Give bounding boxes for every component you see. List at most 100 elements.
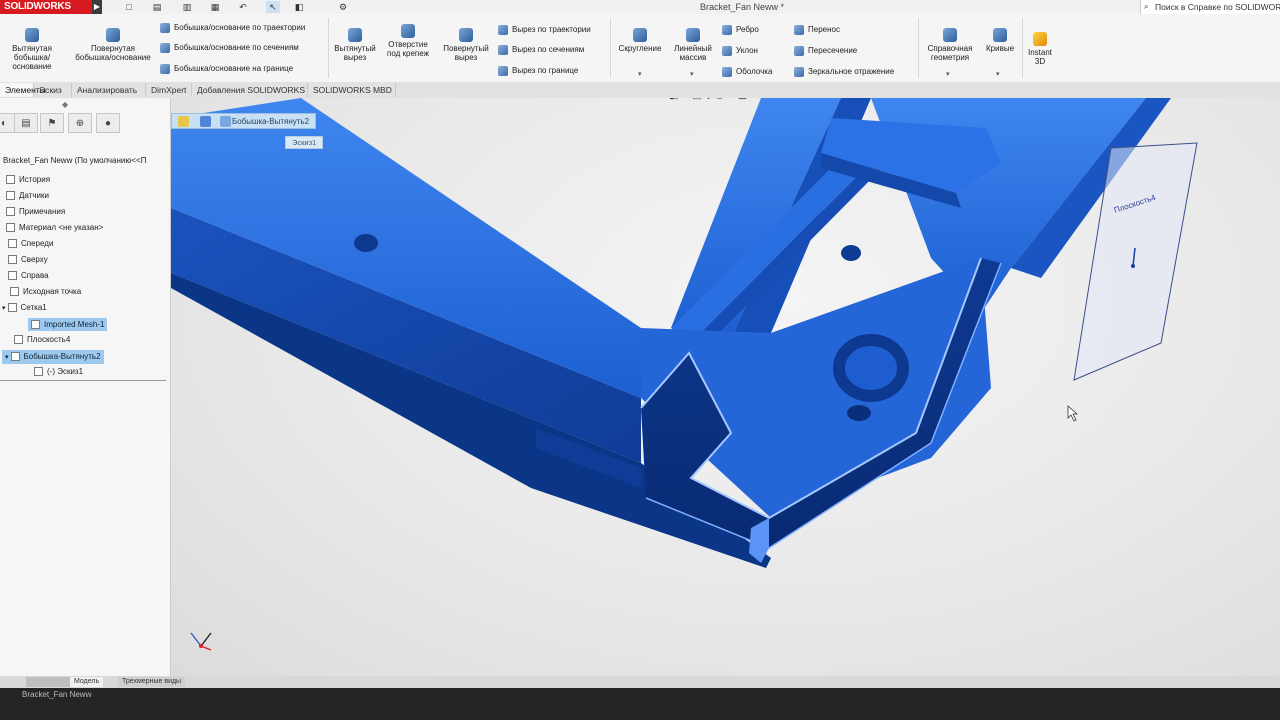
search-icon: ⌕ <box>1144 2 1149 11</box>
lofted-cut-button[interactable]: Вырез по сечениям <box>498 44 584 56</box>
tab-3d-views[interactable]: Трехмерные виды <box>118 677 186 687</box>
menu-expand-icon[interactable]: ▶ <box>92 0 102 14</box>
status-document-name: Bracket_Fan Neww <box>22 690 92 699</box>
strut-hole[interactable] <box>841 245 861 261</box>
body-breadcrumb-icon[interactable] <box>200 116 211 127</box>
new-document-icon[interactable]: □ <box>122 1 136 13</box>
draft-icon <box>722 45 732 56</box>
shell-icon <box>722 66 732 77</box>
tree-root-part[interactable]: Bracket_Fan Neww (По умолчанию<<П <box>3 156 146 165</box>
tree-item-right-plane[interactable]: Справа <box>8 270 49 281</box>
open-icon[interactable]: ▤ <box>150 1 164 13</box>
dimxpert-manager-tab-icon[interactable]: ⊕ <box>68 113 92 133</box>
model-canvas[interactable]: Плоскость4 <box>171 98 1280 676</box>
tree-item-material[interactable]: Материал <не указан> <box>6 222 103 233</box>
small-hole[interactable] <box>847 405 871 421</box>
selection-breadcrumb[interactable]: Бобышка-Вытянуть2 <box>171 113 317 129</box>
rib-button[interactable]: Ребро <box>722 24 759 36</box>
graphics-area[interactable]: ⌕ ⌕ ↺ ◧ ✎ ▣ ◆ ◉ ✸ ▦ ▭ <box>171 98 1280 676</box>
tab-solidworks-addins[interactable]: Добавления SOLIDWORKS <box>192 83 308 97</box>
tab-sketch[interactable]: Эскиз <box>34 83 72 97</box>
ribbon-separator <box>328 18 329 78</box>
tab-model[interactable]: Модель <box>70 677 104 687</box>
swept-boss-button[interactable]: Бобышка/основание по траектории <box>160 22 305 34</box>
tree-item-sensors[interactable]: Датчики <box>6 190 49 201</box>
lofted-boss-icon <box>160 42 170 53</box>
curves-button[interactable]: Кривые <box>982 28 1018 53</box>
panel-tabs: ◐ ▤ ⚑ ⊕ ● <box>0 113 130 133</box>
tab-dimxpert[interactable]: DimXpert <box>146 83 192 97</box>
expand-arrow-icon[interactable]: ▾ <box>2 305 6 312</box>
tree-item-sketch1[interactable]: (-) Эскиз1 <box>34 366 83 377</box>
instant3d-button[interactable]: Instant 3D <box>1024 32 1056 66</box>
panel-grip-icon[interactable]: ◆ <box>62 100 68 109</box>
linear-pattern-button[interactable]: Линейный массив <box>668 28 718 62</box>
print-icon[interactable]: ▦ <box>208 1 222 13</box>
boundary-boss-button[interactable]: Бобышка/основание на границе <box>160 63 293 75</box>
tree-item-boss-extrude2[interactable]: ▾ Бобышка-Вытянуть2 <box>2 350 104 364</box>
fillet-button[interactable]: Скругление <box>614 28 666 53</box>
breadcrumb-sketch[interactable]: Эскиз1 <box>285 136 324 149</box>
options-gear-icon[interactable]: ⚙ <box>336 1 350 13</box>
boss-extrude-icon <box>10 352 20 362</box>
reference-geometry-icon <box>943 28 957 42</box>
boundary-cut-button[interactable]: Вырез по границе <box>498 65 578 77</box>
lofted-boss-button[interactable]: Бобышка/основание по сечениям <box>160 42 299 54</box>
boundary-boss-icon <box>160 63 170 74</box>
help-search-placeholder: Поиск в Справке по SOLIDWORKS <box>1155 2 1280 12</box>
extruded-cut-button[interactable]: Вытянутый вырез <box>332 28 378 62</box>
draft-button[interactable]: Уклон <box>722 45 758 57</box>
fillet-dropdown-icon[interactable]: ▾ <box>638 70 642 78</box>
swept-cut-button[interactable]: Вырез по траектории <box>498 24 591 36</box>
document-title: Bracket_Fan Neww * <box>700 2 785 12</box>
breadcrumb-feature-label: Бобышка-Вытянуть2 <box>232 117 310 126</box>
pattern-dropdown-icon[interactable]: ▾ <box>690 70 694 78</box>
extruded-cut-icon <box>348 28 362 42</box>
save-icon[interactable]: ▥ <box>180 1 194 13</box>
revolved-cut-icon <box>459 28 473 42</box>
extruded-boss-button[interactable]: Вытянутая бобышка/основание <box>0 28 64 71</box>
rebuild-icon[interactable]: ◧ <box>292 1 306 13</box>
tree-item-history[interactable]: История <box>6 174 50 185</box>
hole-wizard-button[interactable]: Отверстие под крепеж <box>382 24 434 58</box>
scroll-arrows[interactable] <box>26 677 74 687</box>
mirror-icon <box>794 66 804 77</box>
tree-item-top-plane[interactable]: Сверху <box>8 254 48 265</box>
tree-item-origin[interactable]: Исходная точка <box>10 286 81 297</box>
revolved-cut-button[interactable]: Повернутый вырез <box>438 28 494 62</box>
configuration-manager-tab-icon[interactable]: ⚑ <box>40 113 64 133</box>
solidworks-logo[interactable]: SOLIDWORKS <box>0 0 92 14</box>
swept-cut-icon <box>498 24 508 35</box>
hub-bore-inner[interactable] <box>845 346 897 390</box>
revolved-boss-icon <box>106 28 120 42</box>
help-search-input[interactable]: ⌕ Поиск в Справке по SOLIDWORKS <box>1140 0 1280 14</box>
intersect-button[interactable]: Пересечение <box>794 45 857 57</box>
undo-icon[interactable]: ↶ <box>236 1 250 13</box>
tree-item-annotations[interactable]: Примечания <box>6 206 65 217</box>
shell-button[interactable]: Оболочка <box>722 66 772 78</box>
reference-geometry-button[interactable]: Справочная геометрия <box>922 28 978 62</box>
tree-item-plane4[interactable]: Плоскость4 <box>14 334 70 345</box>
curves-dropdown-icon[interactable]: ▾ <box>996 70 1000 78</box>
tab-evaluate[interactable]: Анализировать <box>72 83 146 97</box>
mesh-body-icon <box>31 320 40 330</box>
revolved-boss-button[interactable]: Повернутая бобышка/основание <box>72 28 154 62</box>
tree-item-imported-mesh[interactable]: Imported Mesh-1 <box>28 318 108 331</box>
display-manager-tab-icon[interactable]: ● <box>96 113 120 133</box>
mirror-button[interactable]: Зеркальное отражение <box>794 66 894 78</box>
ref-geometry-dropdown-icon[interactable]: ▾ <box>946 70 950 78</box>
tree-item-front-plane[interactable]: Спереди <box>8 238 53 249</box>
expand-arrow-icon[interactable]: ▾ <box>5 354 9 361</box>
tree-item-mesh[interactable]: ▾ Сетка1 <box>2 302 47 314</box>
property-manager-tab-icon[interactable]: ▤ <box>14 113 38 133</box>
beam-hole[interactable] <box>354 234 378 252</box>
tab-features[interactable]: Элементы <box>0 83 46 97</box>
curves-icon <box>993 28 1007 42</box>
lofted-cut-icon <box>498 44 508 55</box>
wrap-button[interactable]: Перенос <box>794 24 840 36</box>
feature-breadcrumb-icon[interactable] <box>220 116 231 127</box>
part-breadcrumb-icon[interactable] <box>178 116 189 127</box>
rollback-bar[interactable] <box>0 380 166 381</box>
select-cursor-icon[interactable]: ↖ <box>266 1 280 13</box>
tab-solidworks-mbd[interactable]: SOLIDWORKS MBD <box>308 83 396 97</box>
